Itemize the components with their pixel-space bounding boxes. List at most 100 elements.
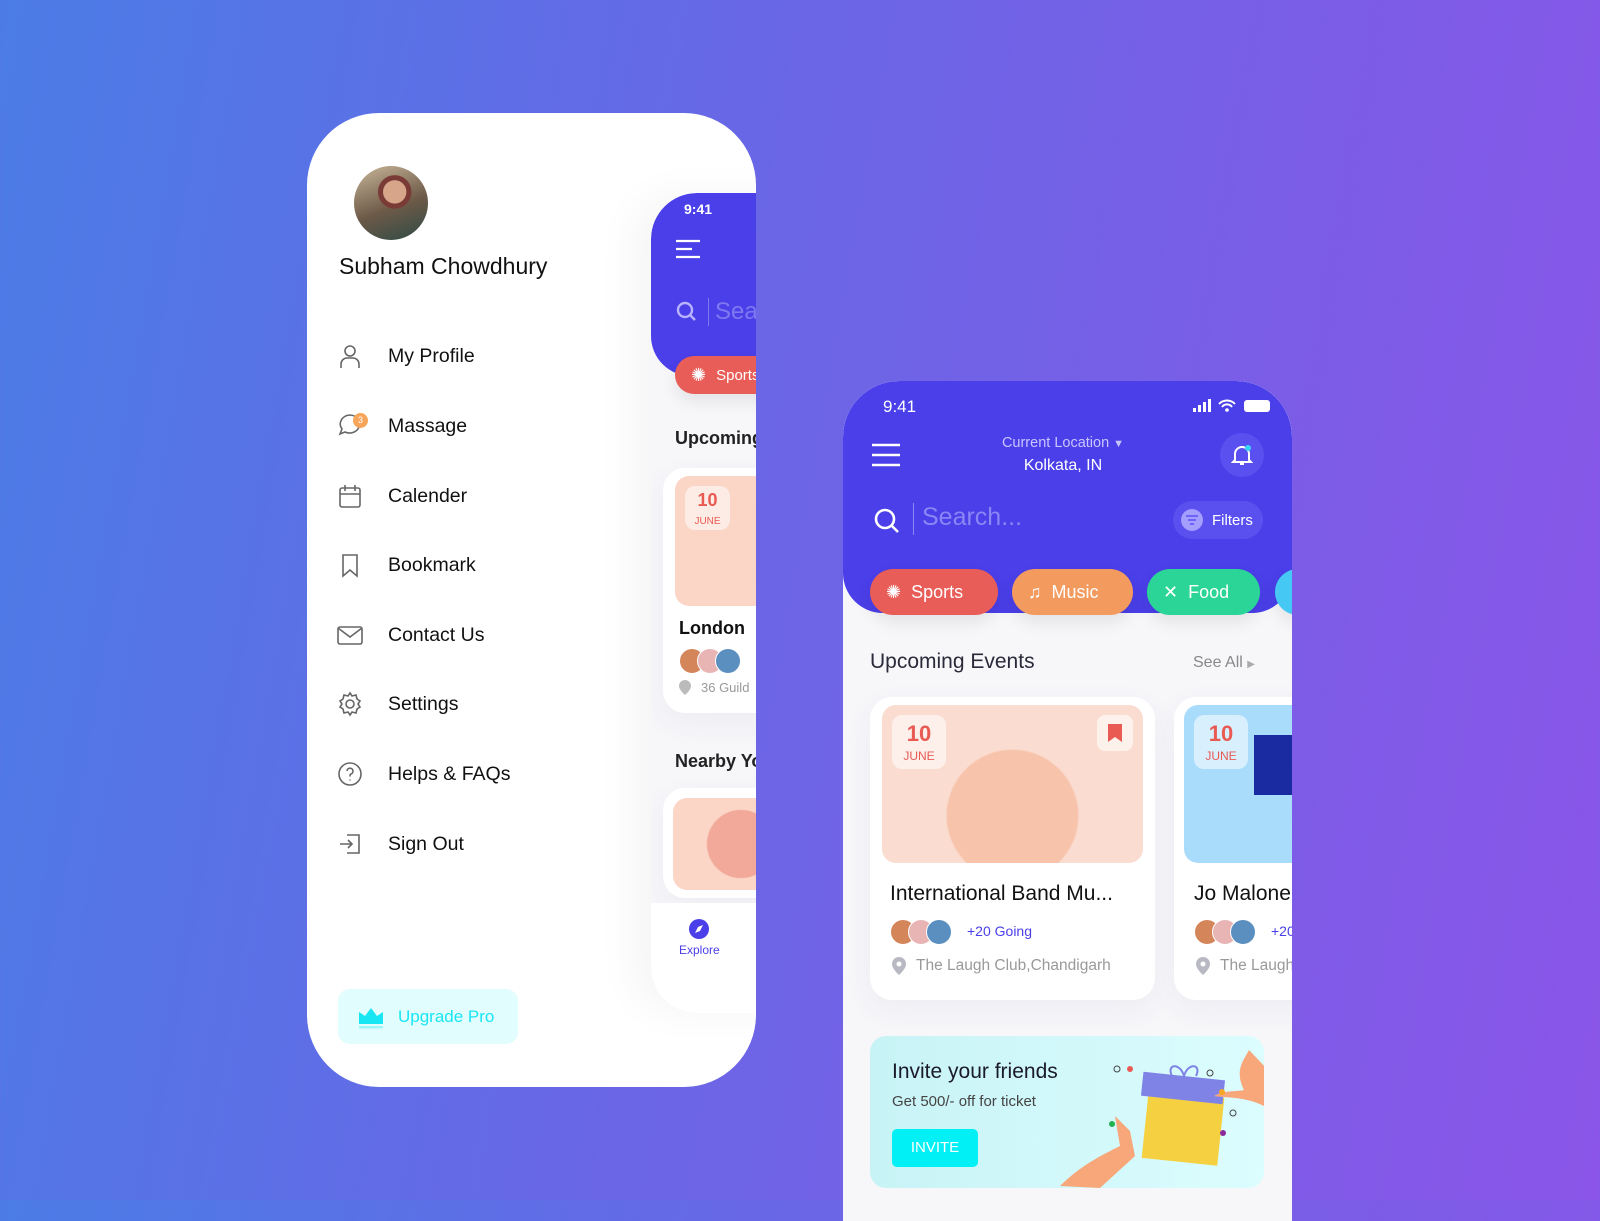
menu-label: Calender <box>388 484 468 507</box>
search-input[interactable]: Search... <box>708 298 756 326</box>
location-dropdown[interactable]: Current Location ▼ <box>943 435 1183 451</box>
main-phone-screen: 9:41 Current Location ▼ Kolkata, IN Sear… <box>843 381 1292 1221</box>
pin-icon <box>679 680 691 695</box>
bookmark-button[interactable] <box>1097 715 1133 751</box>
event-image: 10 JUNE <box>882 705 1143 863</box>
menu-label: Helps & FAQs <box>388 762 511 785</box>
mini-header <box>651 193 756 376</box>
menu-item-settings[interactable]: Settings <box>337 686 458 722</box>
menu-item-sign-out[interactable]: Sign Out <box>337 826 464 862</box>
chip-label: Music <box>1051 581 1099 602</box>
unread-badge: 3 <box>353 412 368 428</box>
date-badge: 10 JUNE <box>685 486 730 530</box>
crown-icon <box>359 1007 383 1028</box>
menu-item-massage[interactable]: 3 Massage <box>337 408 467 444</box>
status-time: 9:41 <box>684 201 713 217</box>
sneaker-illustration <box>1254 735 1292 795</box>
search-icon <box>874 508 899 533</box>
pin-icon <box>892 957 906 975</box>
avatar[interactable] <box>354 166 428 240</box>
menu-label: My Profile <box>388 344 475 367</box>
filter-icon <box>1181 509 1203 531</box>
event-card[interactable]: 10JUNE Jo Malone +20 Going The Laugh Clu… <box>1174 697 1292 1000</box>
help-icon <box>338 762 362 786</box>
compass-icon[interactable] <box>689 919 709 939</box>
event-image: 10 JUNE <box>1184 705 1292 863</box>
wifi-icon <box>1218 399 1236 408</box>
event-location: The Laugh Club <box>1196 957 1292 975</box>
chip-label: Sports <box>911 581 964 602</box>
nav-explore[interactable]: Explore <box>679 943 720 957</box>
side-drawer: 9:41 Search... ✺ Sports Upcoming Events 1… <box>307 113 756 1087</box>
bell-icon <box>1230 445 1254 465</box>
filters-label: Filters <box>1212 511 1253 529</box>
event-title: International Band Mu... <box>890 882 1113 905</box>
mail-icon <box>337 626 363 645</box>
gear-icon <box>338 691 362 717</box>
menu-item-calender[interactable]: Calender <box>337 478 467 514</box>
see-all-link[interactable]: See All ▶ <box>1193 654 1255 672</box>
background-phone-preview: 9:41 Search... ✺ Sports Upcoming Events 1… <box>651 193 756 1013</box>
filters-button[interactable]: Filters <box>1173 501 1263 539</box>
chip-label: Food <box>1188 581 1230 602</box>
menu-label: Bookmark <box>388 553 476 576</box>
user-icon <box>340 345 360 368</box>
location-value: Kolkata, IN <box>1023 457 1103 474</box>
search-icon <box>676 301 696 321</box>
menu-label: Contact Us <box>388 623 485 646</box>
event-title: London <box>679 618 745 638</box>
fork-knife-icon: ✕ <box>1163 581 1179 602</box>
invite-subtitle: Get 500/- off for ticket <box>892 1093 1036 1110</box>
event-image: 10 JUNE <box>675 476 756 606</box>
hamburger-icon[interactable] <box>675 239 701 259</box>
event-card[interactable]: 10 JUNE International Band Mu... +20 Goin… <box>870 697 1155 1000</box>
date-badge: 10 JUNE <box>1194 715 1248 769</box>
section-title-nearby: Nearby You <box>675 751 756 771</box>
battery-icon <box>1244 400 1270 412</box>
hamburger-icon[interactable] <box>871 443 901 467</box>
location-label: Current Location <box>1001 435 1110 451</box>
see-all-label: See All <box>1193 654 1243 671</box>
event-card[interactable]: 10 JUNE London 36 Guild <box>663 468 756 713</box>
bookmark-filled-icon <box>1108 724 1122 742</box>
attendee-avatars <box>890 919 952 945</box>
chip-sports[interactable]: ✺ Sports <box>675 356 756 394</box>
nearby-card[interactable] <box>663 788 756 898</box>
event-location: 36 Guild <box>679 680 749 695</box>
chip-label: Sports <box>716 366 756 384</box>
menu-label: Sign Out <box>388 832 464 855</box>
sign-out-icon <box>340 834 360 854</box>
category-music[interactable]: ♫ Music <box>1012 569 1133 615</box>
signal-icon <box>1193 399 1211 412</box>
invite-banner: Invite your friends Get 500/- off for ti… <box>870 1036 1264 1188</box>
status-icons <box>1193 399 1270 412</box>
event-title: Jo Malone <box>1194 882 1291 905</box>
going-count[interactable]: +20 Going <box>967 923 1032 939</box>
category-sports[interactable]: ✺ Sports <box>870 569 998 615</box>
calendar-icon <box>339 485 361 508</box>
upgrade-pro-button[interactable]: Upgrade Pro <box>338 989 518 1044</box>
search-input[interactable]: Search... <box>913 503 1022 535</box>
menu-item-contact-us[interactable]: Contact Us <box>337 617 484 653</box>
date-badge: 10 JUNE <box>892 715 946 769</box>
attendee-avatars <box>1194 919 1256 945</box>
menu-item-bookmark[interactable]: Bookmark <box>337 547 476 583</box>
invite-title: Invite your friends <box>892 1060 1058 1083</box>
menu-label: Massage <box>388 414 468 437</box>
section-title: Upcoming Events <box>870 650 1035 673</box>
category-food[interactable]: ✕ Food <box>1147 569 1260 615</box>
going-count[interactable]: +20 Going <box>1271 923 1292 939</box>
chevron-right-icon: ▶ <box>1247 659 1255 670</box>
notification-button[interactable] <box>1220 433 1264 477</box>
status-time: 9:41 <box>883 397 917 416</box>
invite-button[interactable]: INVITE <box>892 1129 978 1167</box>
bookmark-icon <box>342 554 358 578</box>
upgrade-label: Upgrade Pro <box>398 1006 495 1026</box>
menu-item-helps-faqs[interactable]: Helps & FAQs <box>337 756 510 792</box>
section-title: Upcoming Events <box>675 428 756 448</box>
pin-icon <box>1196 957 1210 975</box>
menu-item-my-profile[interactable]: My Profile <box>337 338 475 374</box>
music-note-icon: ♫ <box>1028 581 1042 602</box>
event-location: The Laugh Club,Chandigarh <box>892 957 1111 975</box>
ball-icon: ✺ <box>691 364 707 385</box>
